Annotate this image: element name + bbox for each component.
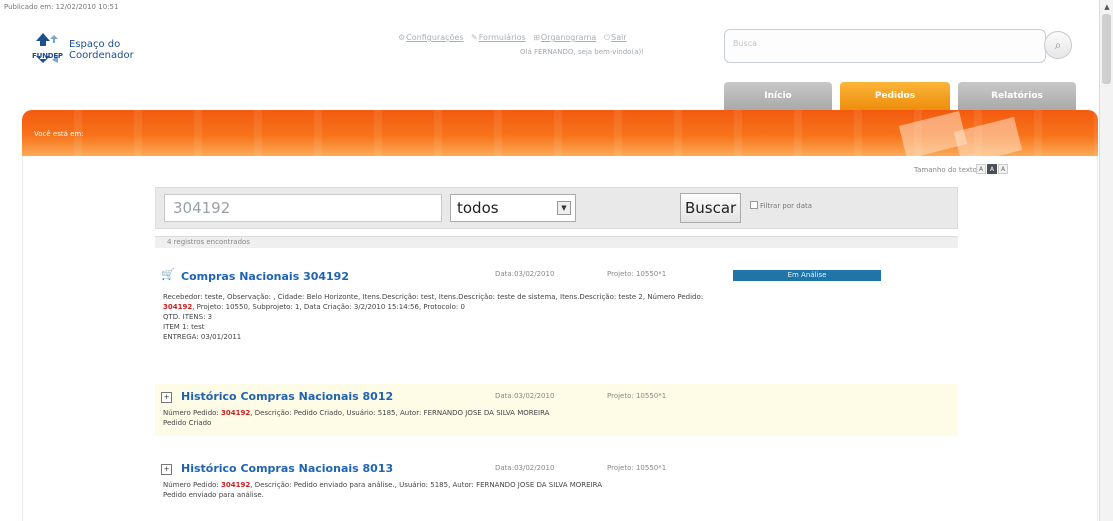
result-project: Projeto: 10550*1	[607, 392, 667, 400]
result-body-line: Recebedor: teste, Observação: , Cidade: …	[163, 293, 704, 301]
result-body-line: Pedido Criado	[163, 419, 212, 427]
result-body-text: , Descrição: Pedido Criado, Usuário: 518…	[250, 409, 550, 417]
cart-icon: 🛒	[161, 268, 175, 281]
logo-brand: FUNDEP	[32, 52, 63, 60]
header-search-placeholder: Busca	[733, 39, 758, 48]
result-body-line: QTD. ITENS: 3	[163, 313, 213, 321]
top-links: ⚙Configurações ✎Formulários ⊞Organograma…	[398, 33, 632, 43]
text-size-large[interactable]: A	[998, 164, 1008, 174]
logo-product: Espaço do Coordenador	[69, 39, 134, 61]
link-formularios[interactable]: Formulários	[479, 33, 526, 42]
org-chart-icon: ⊞	[533, 33, 540, 42]
result-body-text: Número Pedido:	[163, 481, 222, 489]
logo-product-line2: Coordenador	[69, 50, 134, 61]
type-select[interactable]: todos ▼	[450, 194, 576, 222]
tab-relatorios[interactable]: Relatórios	[958, 82, 1076, 110]
viewport: Publicado em: 12/02/2010 10:51 FUNDEP Es…	[0, 0, 1113, 521]
text-size-small[interactable]: A	[976, 164, 986, 174]
result-body-line: Número Pedido: 304192, Descrição: Pedido…	[163, 408, 953, 418]
result-body: Recebedor: teste, Observação: , Cidade: …	[163, 292, 953, 342]
scrollbar[interactable]: ▲	[1099, 0, 1113, 521]
result-title[interactable]: Compras Nacionais 304192	[181, 270, 349, 283]
buscar-button[interactable]: Buscar	[680, 193, 742, 223]
result-date: Data:03/02/2010	[495, 464, 555, 472]
tab-pedidos[interactable]: Pedidos	[840, 82, 950, 110]
breadcrumb: Você está em:	[34, 130, 84, 138]
result-date: Data:03/02/2010	[495, 270, 555, 278]
result-body-line: Número Pedido: 304192, Descrição: Pedido…	[163, 480, 953, 490]
type-select-value: todos	[457, 199, 499, 217]
dropdown-arrow-icon: ▼	[557, 201, 571, 215]
result-item: + Histórico Compras Nacionais 8013 Data:…	[155, 458, 958, 518]
result-body-line: 304192, Projeto: 10550, Subprojeto: 1, D…	[163, 302, 953, 312]
order-number-highlight: 304192	[163, 303, 193, 311]
result-body-text: Número Pedido:	[163, 409, 222, 417]
logo-product-line1: Espaço do	[69, 39, 121, 50]
text-size-medium[interactable]: A	[987, 164, 997, 174]
result-body-line: ENTREGA: 03/01/2011	[163, 333, 242, 341]
scrollbar-thumb[interactable]	[1102, 14, 1111, 84]
expand-icon[interactable]: +	[161, 392, 172, 403]
result-project: Projeto: 10550*1	[607, 464, 667, 472]
header-search-input[interactable]: Busca	[724, 29, 1046, 63]
link-sair[interactable]: Sair	[611, 33, 627, 42]
date-filter[interactable]: Filtrar por data	[750, 201, 812, 210]
text-size-label: Tamanho do texto	[914, 166, 977, 174]
result-date: Data:03/02/2010	[495, 392, 555, 400]
result-body: Número Pedido: 304192, Descrição: Pedido…	[163, 480, 953, 500]
power-icon: ⏻	[603, 33, 611, 42]
result-project: Projeto: 10550*1	[607, 270, 667, 278]
result-item: + Histórico Compras Nacionais 8012 Data:…	[155, 384, 958, 436]
tab-inicio[interactable]: Início	[724, 82, 832, 110]
result-title[interactable]: Histórico Compras Nacionais 8013	[181, 462, 393, 475]
result-item: 🛒 Compras Nacionais 304192 Data:03/02/20…	[155, 262, 958, 366]
link-configuracoes[interactable]: Configurações	[406, 33, 463, 42]
header-banner: Você está em:	[22, 110, 1098, 156]
date-filter-label: Filtrar por data	[760, 202, 813, 210]
link-organograma[interactable]: Organograma	[541, 33, 596, 42]
search-form: 304192 todos ▼ Buscar Filtrar por data	[155, 187, 958, 229]
query-input[interactable]: 304192	[164, 194, 442, 222]
result-body-text: , Descrição: Pedido enviado para análise…	[250, 481, 603, 489]
greeting: Olá FERNANDO, seja bem-vindo(a)!	[520, 48, 645, 56]
result-body-line: Pedido enviado para análise.	[163, 491, 264, 499]
header-search-button[interactable]: ⌕	[1044, 31, 1072, 59]
expand-icon[interactable]: +	[161, 464, 172, 475]
settings-icon: ⚙	[398, 33, 406, 42]
result-body: Número Pedido: 304192, Descrição: Pedido…	[163, 408, 953, 428]
form-icon: ✎	[471, 33, 478, 42]
order-number-highlight: 304192	[221, 409, 251, 417]
search-icon: ⌕	[1054, 38, 1062, 52]
published-date: Publicado em: 12/02/2010 10:51	[4, 3, 119, 11]
order-number-highlight: 304192	[221, 481, 251, 489]
result-body-line: ITEM 1: test	[163, 323, 205, 331]
result-title[interactable]: Histórico Compras Nacionais 8012	[181, 390, 393, 403]
scroll-up-arrow-icon[interactable]: ▲	[1102, 2, 1112, 12]
result-body-text: , Projeto: 10550, Subprojeto: 1, Data Cr…	[192, 303, 465, 311]
results-count: 4 registros encontrados	[155, 236, 958, 248]
date-filter-checkbox[interactable]	[750, 201, 758, 209]
status-badge: Em Análise	[733, 270, 881, 281]
logo[interactable]: FUNDEP Espaço do Coordenador	[32, 30, 172, 70]
